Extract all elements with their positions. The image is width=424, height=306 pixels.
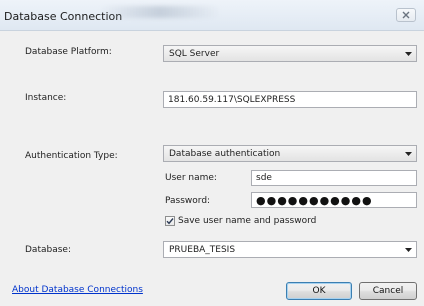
chevron-down-icon <box>403 242 413 257</box>
database-value: PRUEBA_TESIS <box>169 244 236 255</box>
user-name-label: User name: <box>165 173 217 183</box>
instance-input[interactable]: 181.60.59.117\SQLEXPRESS <box>163 91 417 108</box>
authentication-type-select[interactable]: Database authentication <box>163 145 417 162</box>
chevron-down-icon <box>403 146 413 161</box>
cancel-button[interactable]: Cancel <box>359 282 417 300</box>
database-platform-value: SQL Server <box>169 48 220 59</box>
authentication-type-value: Database authentication <box>169 148 281 159</box>
database-label: Database: <box>25 245 71 255</box>
database-connection-dialog: Database Connection Database Platform: S… <box>0 0 424 306</box>
user-name-input[interactable]: sde <box>251 170 417 186</box>
password-label: Password: <box>165 196 211 206</box>
save-credentials-label[interactable]: Save user name and password <box>178 216 316 226</box>
chevron-down-icon <box>403 46 413 61</box>
password-input[interactable]: ●●●●●●●●●●● <box>251 192 417 208</box>
connection-form: Database Platform: SQL Server Instance: … <box>10 31 419 301</box>
ok-button[interactable]: OK <box>286 282 352 300</box>
database-select[interactable]: PRUEBA_TESIS <box>163 241 417 258</box>
database-platform-label: Database Platform: <box>25 47 112 57</box>
database-platform-select[interactable]: SQL Server <box>163 45 417 62</box>
close-icon <box>402 11 410 19</box>
authentication-type-label: Authentication Type: <box>25 151 118 161</box>
instance-label: Instance: <box>25 93 67 103</box>
about-database-connections-link[interactable]: About Database Connections <box>12 285 143 295</box>
save-credentials-checkbox[interactable] <box>165 216 175 226</box>
title-bar[interactable]: Database Connection <box>0 0 424 31</box>
close-button[interactable] <box>396 8 416 22</box>
title-bar-glass-blur <box>100 6 220 18</box>
checkmark-icon <box>166 218 174 225</box>
